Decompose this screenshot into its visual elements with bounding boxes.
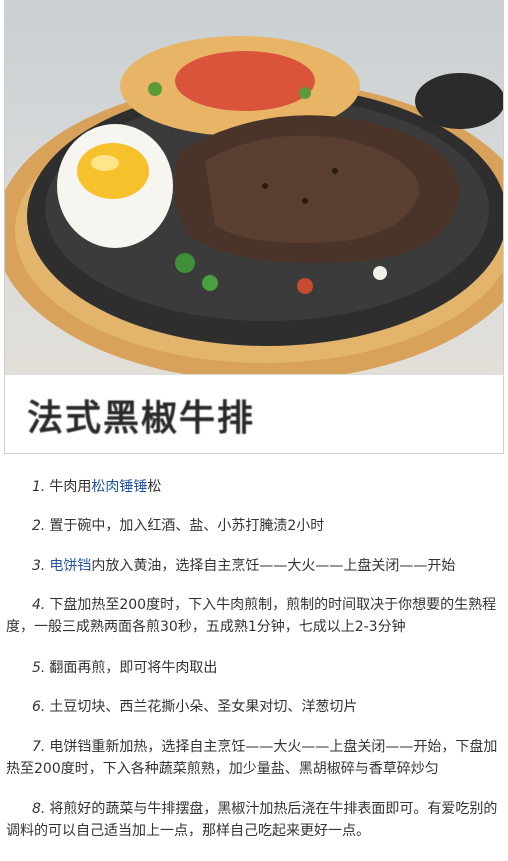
step-7: 7. 电饼铛重新加热，选择自主烹饪——大火——上盘关闭——开始，下盘加热至200度…	[6, 736, 500, 780]
step-text: 下盘加热至200度时，下入牛肉煎制，煎制的时间取决于你想要的生熟程度，一般三成熟…	[6, 597, 497, 635]
step-number: 7.	[32, 739, 46, 755]
step-5: 5. 翻面再煎，即可将牛肉取出	[6, 657, 500, 679]
step-number: 6.	[32, 699, 46, 715]
step-6: 6. 土豆切块、西兰花撕小朵、圣女果对切、洋葱切片	[6, 696, 500, 718]
step-text: 牛肉用	[49, 479, 92, 495]
step-number: 5.	[32, 660, 46, 676]
step-number: 3.	[32, 558, 46, 574]
step-text: 将煎好的蔬菜与牛排摆盘，黑椒汁加热后浇在牛排表面即可。有爱吃别的调料的可以自己适…	[6, 801, 498, 839]
step-text: 内放入黄油，选择自主烹饪——大火——上盘关闭——开始	[91, 558, 456, 574]
step-text: 土豆切块、西兰花撕小朵、圣女果对切、洋葱切片	[49, 699, 358, 715]
step-number: 8.	[32, 801, 46, 817]
dish-title: 法式黑椒牛排	[27, 398, 256, 439]
step-text: 翻面再煎，即可将牛肉取出	[49, 660, 218, 676]
step-2: 2. 置于碗中，加入红酒、盐、小苏打腌渍2小时	[6, 515, 500, 537]
step-8: 8. 将煎好的蔬菜与牛排摆盘，黑椒汁加热后浇在牛排表面即可。有爱吃别的调料的可以自…	[6, 798, 500, 842]
tenderizer-link[interactable]: 松肉锤锤	[91, 479, 147, 495]
step-number: 2.	[32, 518, 46, 534]
step-text: 电饼铛重新加热，选择自主烹饪——大火——上盘关闭——开始，下盘加热至200度时，…	[6, 739, 498, 777]
electric-pan-link[interactable]: 电饼铛	[49, 558, 91, 574]
step-4: 4. 下盘加热至200度时，下入牛肉煎制，煎制的时间取决于你想要的生熟程度，一般三…	[6, 594, 500, 638]
step-text: 置于碗中，加入红酒、盐、小苏打腌渍2小时	[49, 518, 325, 534]
step-number: 4.	[32, 597, 46, 613]
step-3: 3. 电饼铛内放入黄油，选择自主烹饪——大火——上盘关闭——开始	[6, 555, 500, 577]
step-1: 1. 牛肉用松肉锤锤松	[6, 476, 500, 498]
steak-photo: 法式黑椒牛排	[4, 0, 504, 454]
step-text: 松	[147, 479, 162, 495]
caption-bar: 法式黑椒牛排	[5, 374, 503, 453]
step-number: 1.	[32, 479, 46, 495]
